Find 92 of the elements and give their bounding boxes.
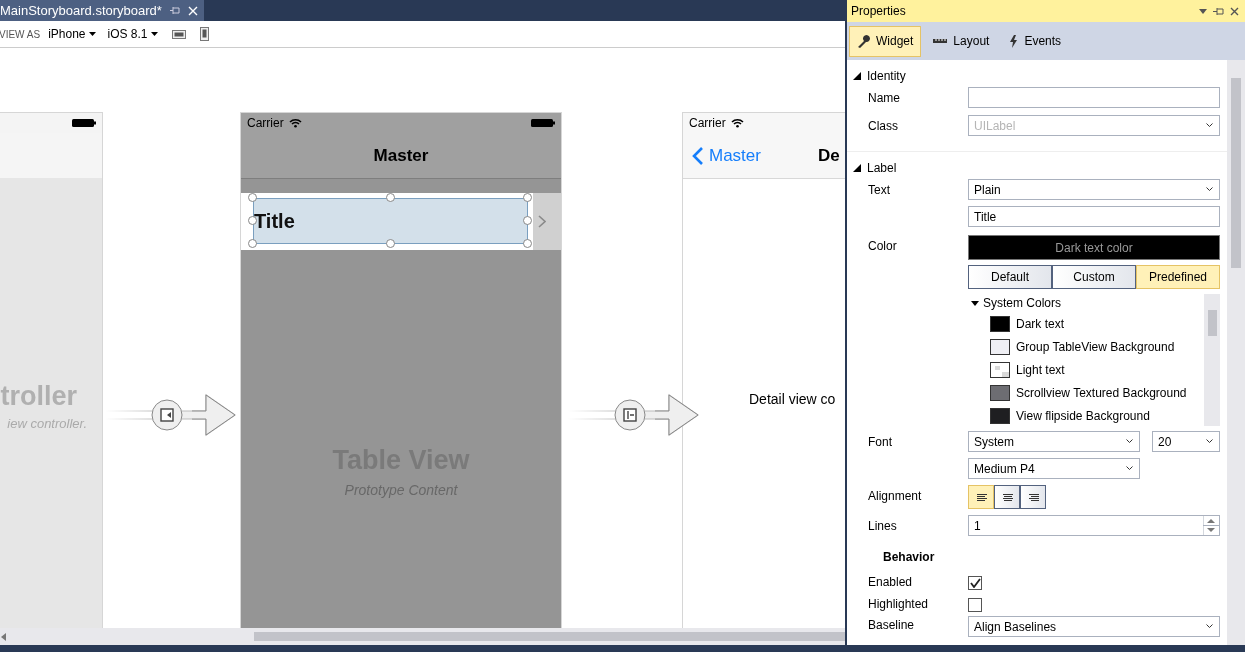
expand-triangle-icon[interactable] [971,300,979,306]
ruler-icon [933,38,948,44]
scroll-bar[interactable] [1204,294,1220,426]
align-left-icon [975,492,987,502]
wifi-icon [730,118,744,128]
field-label: Enabled [868,574,914,589]
resize-handle[interactable] [248,239,257,248]
close-icon[interactable] [1230,6,1239,16]
field-label: Font [868,434,893,449]
panel-tab[interactable]: Layout [925,25,998,57]
scroll-bar[interactable] [1227,60,1245,645]
section-heading: Label [867,160,897,175]
color-list-item[interactable]: Light text [971,358,1204,381]
field-label: Text [868,182,891,197]
font-style-dropdown[interactable]: Medium P4 [968,458,1140,479]
lightning-icon [1009,34,1019,48]
font-family-dropdown[interactable]: System [968,431,1140,452]
font-size-dropdown[interactable]: 20 [1152,431,1220,452]
battery-icon [72,118,96,128]
chevron-down-icon [1206,624,1213,629]
resize-handle[interactable] [523,193,532,202]
color-list-item[interactable]: Group TableView Background [971,335,1204,358]
carrier-label: Carrier [247,116,284,130]
chevron-down-icon [1126,439,1133,444]
resize-handle[interactable] [386,239,395,248]
dropdown-icon[interactable] [1199,8,1207,14]
caret-icon [150,32,158,36]
landscape-icon[interactable] [171,29,186,39]
color-mode-button[interactable]: Default [968,265,1052,289]
expand-triangle-icon[interactable] [853,71,861,80]
pin-icon[interactable] [1213,6,1224,16]
title-label[interactable]: Title [253,198,528,244]
chevron-down-icon [1206,123,1213,128]
os-dropdown[interactable]: iOS 8.1 [107,27,158,41]
field-label: Color [868,238,898,253]
field-label: Name [868,90,901,105]
resize-handle[interactable] [248,193,257,202]
alignment-button[interactable] [968,485,994,509]
alignment-button[interactable] [994,485,1020,509]
resize-handle[interactable] [523,239,532,248]
chevron-icon [538,215,546,228]
text-field[interactable]: Title [968,206,1220,227]
field-label: Highlighted [868,596,930,611]
scene-subtitle: iew controller. [7,416,87,431]
panel-title: Properties [851,4,906,18]
back-button[interactable]: Master [692,145,761,166]
resize-handle[interactable] [523,216,532,225]
text-mode-dropdown[interactable]: Plain [968,179,1220,200]
back-chevron-icon [692,145,704,166]
section-heading: Behavior [883,550,935,564]
color-group-label: System Colors [983,296,1062,310]
portrait-icon[interactable] [199,27,209,41]
stepper-arrows-icon [1203,516,1219,535]
field-label: Baseline [868,617,916,632]
color-list-item[interactable]: Scrollview Textured Background [971,381,1204,404]
field-label: Lines [868,518,898,533]
device-dropdown[interactable]: iPhone [48,27,96,41]
color-mode-button[interactable]: Predefined [1136,265,1220,289]
carrier-label: Carrier [689,116,726,130]
baseline-dropdown[interactable]: Align Baselines [968,616,1220,637]
checkmark-icon [969,578,981,588]
scroll-bar[interactable] [0,628,845,645]
lines-stepper[interactable]: 1 [968,515,1220,536]
detail-text: Detail view co [749,391,836,407]
expand-triangle-icon[interactable] [853,163,861,172]
caret-icon [88,32,96,36]
name-field[interactable] [968,87,1220,108]
nav-title: De [817,145,840,166]
chevron-down-icon [1206,439,1213,444]
battery-icon [531,118,555,128]
color-mode-button[interactable]: Custom [1052,265,1136,289]
chevron-down-icon [1206,187,1213,192]
color-list-item[interactable]: Dark text [971,312,1204,335]
resize-handle[interactable] [386,193,395,202]
panel-tab[interactable]: Events [1001,25,1070,57]
wrench-icon [857,34,870,48]
checkbox[interactable] [968,576,982,590]
field-label: Alignment [868,488,923,503]
section-heading: Identity [867,68,906,83]
scroll-left-icon[interactable] [1,633,6,641]
align-right-icon [1027,492,1039,502]
align-center-icon [1001,492,1013,502]
table-cell[interactable]: Title [241,193,561,250]
wifi-icon [288,118,302,128]
color-swatch[interactable]: Dark text color [968,235,1220,260]
panel-tab[interactable]: Widget [849,25,922,57]
chevron-down-icon [1126,466,1133,471]
checkbox[interactable] [968,598,982,612]
color-list-item[interactable]: View flipside Background [971,404,1204,426]
field-label: Class [868,118,899,133]
nav-title: Master [373,145,429,166]
alignment-button[interactable] [1020,485,1046,509]
